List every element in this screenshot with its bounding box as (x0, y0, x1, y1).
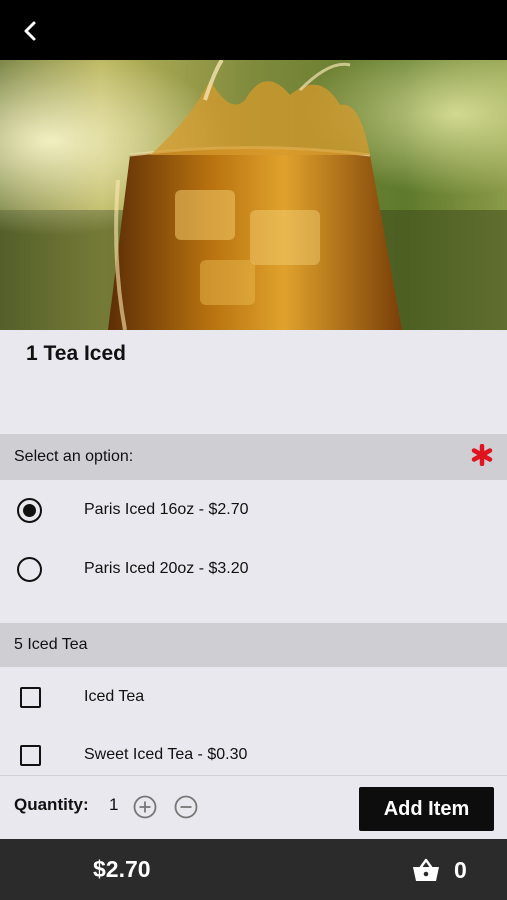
back-button[interactable] (14, 14, 48, 48)
addon-sweet-iced-tea[interactable]: Sweet Iced Tea - $0.30 (0, 730, 507, 780)
option-group-header: Select an option: (0, 434, 507, 480)
increase-quantity-button[interactable] (133, 795, 157, 819)
checkbox[interactable] (20, 744, 41, 766)
order-total: $2.70 (93, 856, 151, 882)
cart-summary-bar: $2.70 0 (0, 839, 507, 900)
basket-icon (413, 858, 439, 881)
option-label: Paris Iced 20oz - $3.20 (84, 560, 249, 577)
addon-label: Iced Tea (84, 688, 145, 705)
iced-tea-image (0, 60, 507, 330)
decrease-quantity-button[interactable] (174, 795, 198, 819)
cart-count: 0 (454, 856, 467, 883)
option-label: Paris Iced 16oz - $2.70 (84, 501, 249, 518)
quantity-value: 1 (109, 795, 119, 814)
chevron-left-icon (24, 21, 36, 41)
item-title: 1 Tea Iced (26, 342, 126, 365)
addon-group-header: 5 Iced Tea (0, 623, 507, 667)
cart-button[interactable]: 0 (412, 851, 467, 889)
addon-iced-tea[interactable]: Iced Tea (0, 672, 507, 722)
item-image (0, 60, 507, 330)
radio-button-selected[interactable] (17, 497, 42, 523)
top-bar (0, 0, 507, 60)
option-paris-iced-20oz[interactable]: Paris Iced 20oz - $3.20 (0, 544, 507, 594)
plus-circle-icon (133, 795, 157, 819)
addon-label: Sweet Iced Tea - $0.30 (84, 746, 248, 763)
quantity-label: Quantity: (14, 795, 89, 814)
add-item-button[interactable]: Add Item (359, 787, 494, 831)
required-asterisk-icon (471, 444, 493, 466)
checkbox[interactable] (20, 686, 41, 708)
addon-group-title: 5 Iced Tea (14, 636, 88, 653)
minus-circle-icon (174, 795, 198, 819)
quantity-bar: Quantity: 1 Add Item (0, 775, 507, 838)
radio-button[interactable] (17, 556, 42, 582)
option-paris-iced-16oz[interactable]: Paris Iced 16oz - $2.70 (0, 485, 507, 535)
option-group-title: Select an option: (14, 448, 134, 465)
